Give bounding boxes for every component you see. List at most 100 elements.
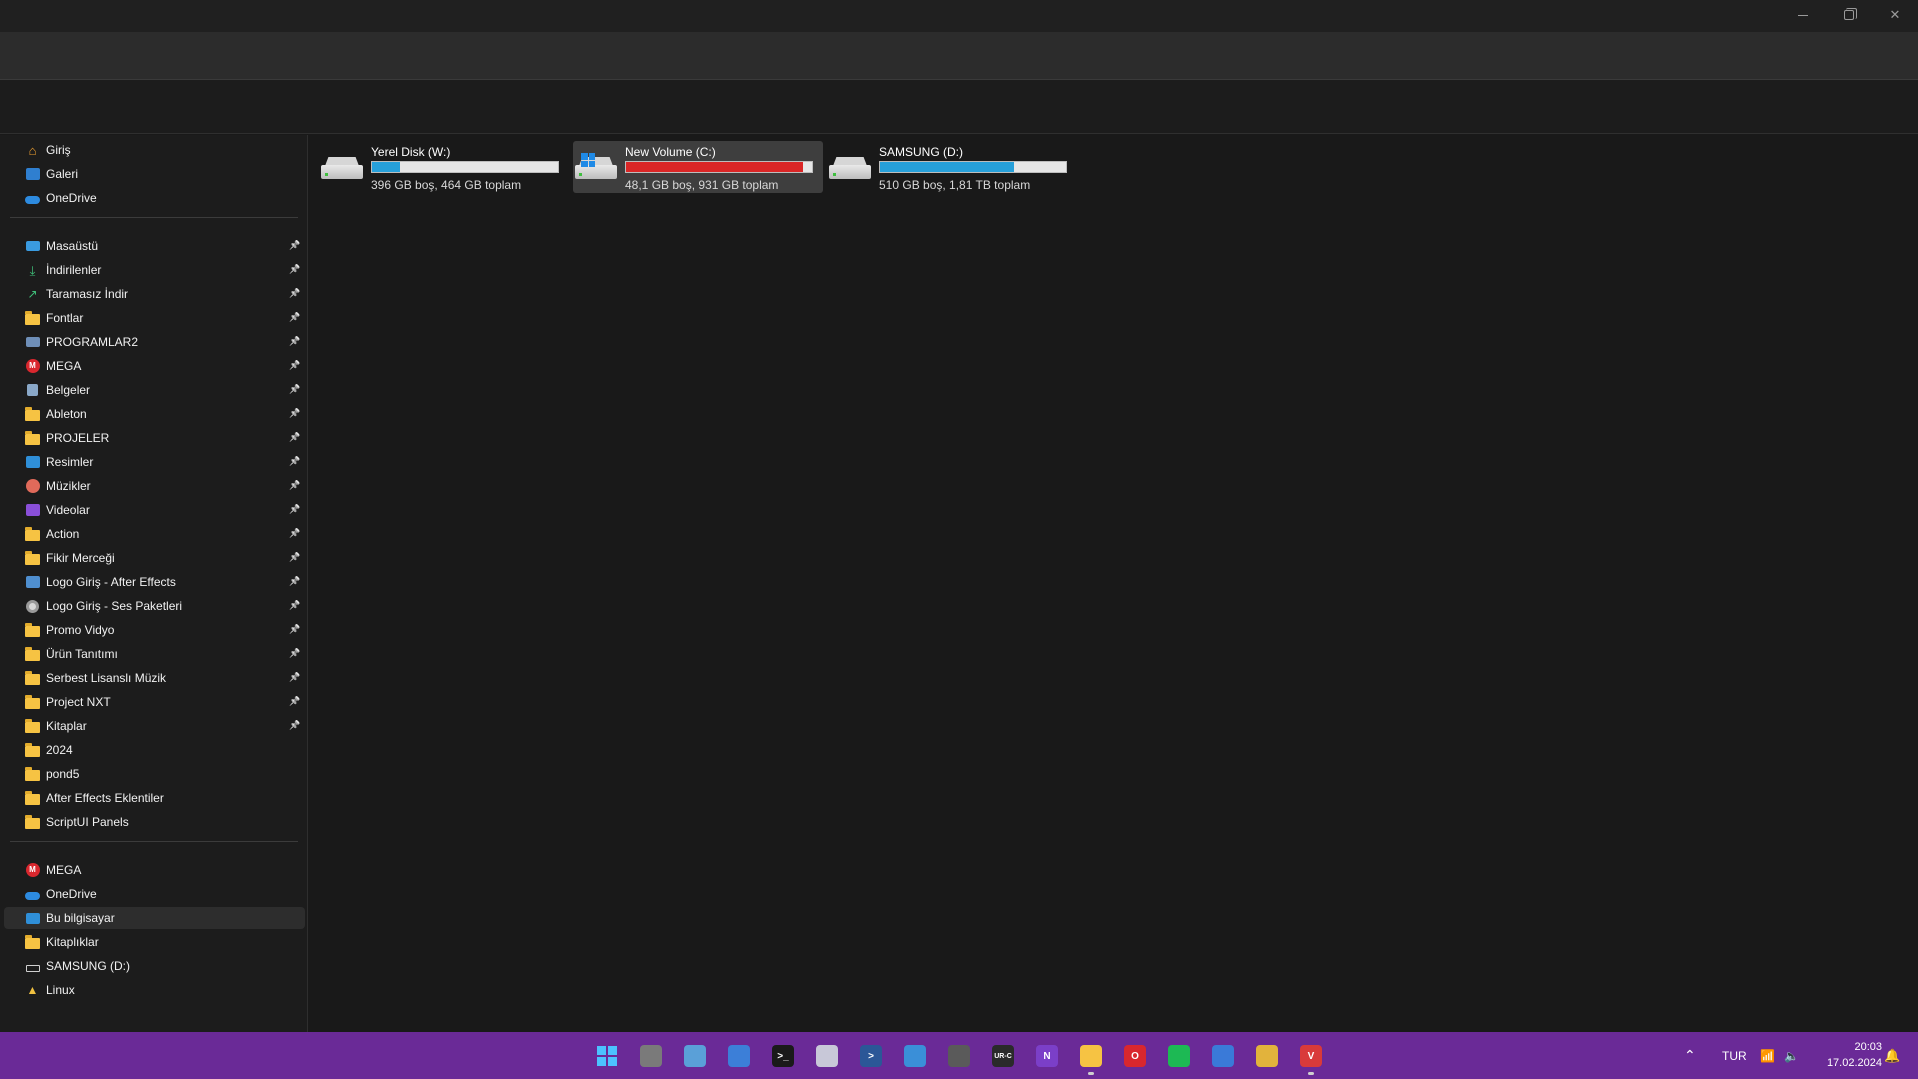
chrome-app[interactable] [1251,1040,1283,1072]
network-button[interactable]: 📶 [1760,1032,1775,1079]
sidebar-item-2024[interactable]: 2024 [4,739,305,761]
sidebar-item-videolar[interactable]: Videolar 📌 [4,499,305,521]
language-indicator[interactable]: TUR [1722,1032,1747,1079]
urc-icon: UR-C [992,1045,1014,1067]
sidebar-item-logo-giriş-after-effects[interactable]: Logo Giriş - After Effects 📌 [4,571,305,593]
drive-icon [25,959,40,973]
file-explorer-app[interactable] [1075,1040,1107,1075]
sidebar-item-label: MEGA [46,359,82,373]
opera-icon: O [1124,1045,1146,1067]
sidebar-item-mega[interactable]: M MEGA [4,859,305,881]
sidebar-item-scriptui-panels[interactable]: ScriptUI Panels [4,811,305,833]
speaker-icon: 🔈 [1784,1048,1799,1063]
lock-app[interactable] [943,1040,975,1072]
sidebar-item-projeler[interactable]: PROJELER 📌 [4,427,305,449]
terminal-app[interactable]: >_ [767,1040,799,1072]
powershell-app[interactable]: > [855,1040,887,1072]
pin-icon: 📌 [289,672,301,682]
sidebar-item-action[interactable]: Action 📌 [4,523,305,545]
folder-icon [25,622,40,637]
paint-app[interactable] [899,1040,931,1072]
drive-name: SAMSUNG (D:) [879,145,963,159]
disc-icon [25,599,40,613]
running-indicator [1308,1072,1314,1075]
sidebar-item-galeri[interactable]: Galeri [4,163,305,185]
sidebar-item-bu-bilgisayar[interactable]: Bu bilgisayar [4,907,305,929]
folder-icon [25,550,40,565]
notifications-button[interactable]: 🔔 [1884,1032,1900,1079]
sidebar-item-logo-giriş-ses-paketleri[interactable]: Logo Giriş - Ses Paketleri 📌 [4,595,305,617]
sidebar-item-onedrive[interactable]: OneDrive [4,187,305,209]
lock-icon [948,1045,970,1067]
sidebar-item-ürün-tanıtımı[interactable]: Ürün Tanıtımı 📌 [4,643,305,665]
sidebar-item-kitaplar[interactable]: Kitaplar 📌 [4,715,305,737]
urc-app[interactable]: UR-C [987,1040,1019,1072]
sidebar-item-label: Ürün Tanıtımı [46,647,118,661]
sidebar-item-taramasız-i-ndir[interactable]: ↗ Taramasız İndir 📌 [4,283,305,305]
sidebar-item-fontlar[interactable]: Fontlar 📌 [4,307,305,329]
opera-app[interactable]: O [1119,1040,1151,1072]
chromium-icon [1212,1045,1234,1067]
minimize-button[interactable] [1780,0,1826,30]
sidebar-item-belgeler[interactable]: Belgeler 📌 [4,379,305,401]
sidebar-item-label: Fontlar [46,311,84,325]
drive-tile[interactable]: New Volume (C:) 48,1 GB boş, 931 GB topla… [573,141,823,193]
sidebar-item-linux[interactable]: ▲ Linux [4,979,305,1001]
vivaldi-app[interactable]: V [1295,1040,1327,1075]
linux-icon: ▲ [26,983,39,997]
sidebar-item-giriş[interactable]: ⌂ Giriş [4,139,305,161]
drive-tile[interactable]: SAMSUNG (D:) 510 GB boş, 1,81 TB toplam [827,141,1077,193]
start-button[interactable] [591,1040,623,1072]
sidebar-item-label: Bu bilgisayar [46,911,115,925]
sidebar-item-label: Kitaplar [46,719,87,733]
folder-icon [25,766,40,781]
sidebar-item-after-effects-eklentiler[interactable]: After Effects Eklentiler [4,787,305,809]
pin-icon: 📌 [289,600,301,610]
folder-icon [25,934,40,949]
sidebar-item-pond5[interactable]: pond5 [4,763,305,785]
microsoft-store-app[interactable] [723,1040,755,1072]
pin-icon: 📌 [289,384,301,394]
sidebar-item-i-ndirilenler[interactable]: ⤓ İndirilenler 📌 [4,259,305,281]
pin-icon: 📌 [289,240,301,250]
resource-monitor-app[interactable] [679,1040,711,1072]
sidebar-item-fikir-merceği[interactable]: Fikir Merceği 📌 [4,547,305,569]
onenote-app[interactable]: N [1031,1040,1063,1072]
spotify-app[interactable] [1163,1040,1195,1072]
snipping-tool-app[interactable] [811,1040,843,1072]
folder-icon [25,718,40,733]
sidebar-item-masaüstü[interactable]: Masaüstü 📌 [4,235,305,257]
sidebar-item-onedrive[interactable]: OneDrive [4,883,305,905]
sidebar-item-programlar2[interactable]: PROGRAMLAR2 📌 [4,331,305,353]
sidebar-item-serbest-lisanslı-müzik[interactable]: Serbest Lisanslı Müzik 📌 [4,667,305,689]
sidebar-item-promo-vidyo[interactable]: Promo Vidyo 📌 [4,619,305,641]
drive-name: New Volume (C:) [625,145,716,159]
drive-name: Yerel Disk (W:) [371,145,451,159]
sidebar-item-mega[interactable]: M MEGA 📌 [4,355,305,377]
chromium-app[interactable] [1207,1040,1239,1072]
drive-usage-fill [372,162,400,172]
drive-space-info: 48,1 GB boş, 931 GB toplam [625,178,779,192]
sidebar-item-müzikler[interactable]: Müzikler 📌 [4,475,305,497]
restore-button[interactable] [1826,0,1872,30]
drive-tile[interactable]: Yerel Disk (W:) 396 GB boş, 464 GB toplam [319,141,569,193]
pin-icon: 📌 [289,456,301,466]
clock[interactable]: 20:03 17.02.2024 [1810,1039,1882,1071]
sidebar-item-label: PROGRAMLAR2 [46,335,139,349]
task-view-app[interactable] [635,1040,667,1072]
pin-icon: 📌 [289,504,301,514]
task-view-icon [640,1045,662,1067]
show-hidden-icons-button[interactable]: ⌃ [1684,1032,1696,1079]
sidebar-item-resimler[interactable]: Resimler 📌 [4,451,305,473]
volume-button[interactable]: 🔈 [1784,1032,1799,1079]
sidebar-item-samsung-d[interactable]: SAMSUNG (D:) [4,955,305,977]
sidebar-separator [10,217,298,218]
sidebar-item-label: Project NXT [46,695,111,709]
sidebar-item-label: Galeri [46,167,79,181]
close-button[interactable]: ✕ [1872,0,1918,30]
sidebar-item-kitaplıklar[interactable]: Kitaplıklar [4,931,305,953]
sidebar-item-ableton[interactable]: Ableton 📌 [4,403,305,425]
snipping-tool-icon [816,1045,838,1067]
resource-monitor-icon [684,1045,706,1067]
sidebar-item-project-nxt[interactable]: Project NXT 📌 [4,691,305,713]
